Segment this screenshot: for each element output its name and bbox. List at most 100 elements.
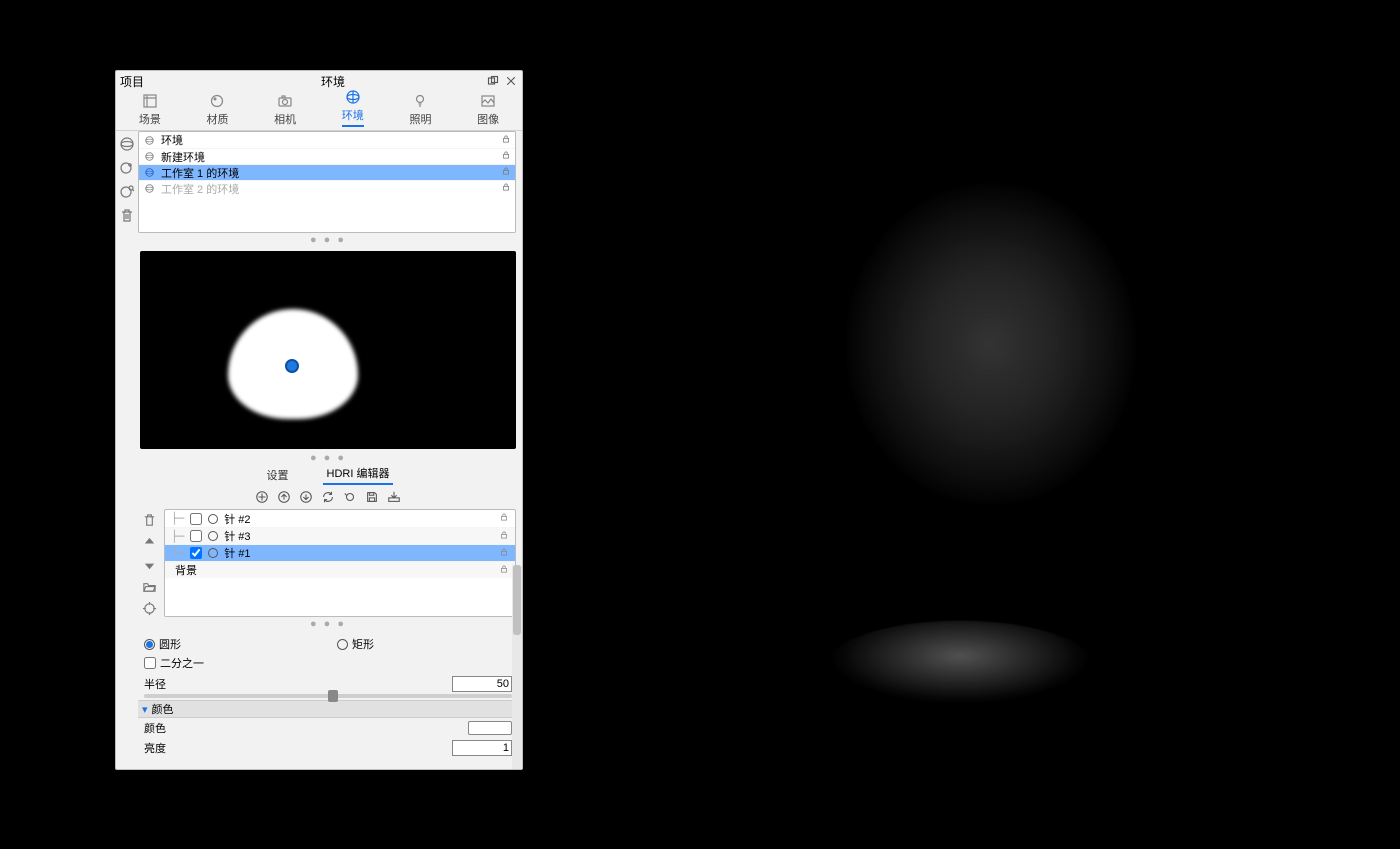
radio-on-icon <box>144 639 155 650</box>
move-up-icon[interactable] <box>276 489 292 505</box>
env-row[interactable]: 环境 <box>139 132 515 148</box>
radius-slider[interactable] <box>144 694 512 698</box>
tab-image[interactable]: 图像 <box>473 89 503 130</box>
arrow-up-icon[interactable] <box>140 533 158 551</box>
search-env-icon[interactable] <box>118 183 136 201</box>
target-icon[interactable] <box>140 599 158 617</box>
pin-row-label: 针 #1 <box>224 545 493 561</box>
shape-circle-option[interactable]: 圆形 <box>144 636 181 652</box>
tab-material[interactable]: 材质 <box>202 89 232 130</box>
lock-icon[interactable] <box>501 182 511 195</box>
environment-list: 环境 新建环境 工作室 1 的环境 工作室 2 的环境 <box>138 131 516 233</box>
radio-off-icon <box>337 639 348 650</box>
color-section-header[interactable]: ▾ 颜色 <box>138 700 518 718</box>
preview-pin[interactable] <box>285 359 299 373</box>
popout-icon[interactable] <box>486 74 500 88</box>
sub-tab-hdri[interactable]: HDRI 编辑器 <box>323 463 394 485</box>
shape-rect-option[interactable]: 矩形 <box>337 636 374 652</box>
sub-tab-settings[interactable]: 设置 <box>263 465 293 485</box>
sub-tabs: 设置 HDRI 编辑器 <box>138 465 518 485</box>
pin-left-toolbar <box>138 509 160 617</box>
hdri-mini-toolbar <box>138 485 518 509</box>
bulb-icon <box>411 92 429 110</box>
lock-icon[interactable] <box>501 150 511 163</box>
pin-visible-checkbox[interactable] <box>190 530 202 542</box>
camera-icon <box>276 92 294 110</box>
tab-environment[interactable]: 环境 <box>338 85 368 130</box>
material-icon <box>208 92 226 110</box>
lock-icon[interactable] <box>499 530 509 543</box>
pin-row-label: 针 #2 <box>224 511 493 527</box>
tab-environment-label: 环境 <box>342 107 364 127</box>
brightness-row: 亮度 <box>138 738 518 758</box>
add-pin-icon[interactable] <box>254 489 270 505</box>
pin-row[interactable]: ├─ 针 #3 <box>165 527 515 544</box>
pin-select-radio[interactable] <box>208 531 218 541</box>
folder-open-icon[interactable] <box>140 577 158 595</box>
lock-icon[interactable] <box>499 547 509 560</box>
lock-icon[interactable] <box>501 166 511 179</box>
add-env-icon[interactable] <box>118 159 136 177</box>
close-icon[interactable] <box>504 74 518 88</box>
env-row-label: 工作室 2 的环境 <box>161 181 495 197</box>
env-row[interactable]: 新建环境 <box>139 148 515 164</box>
reset-icon[interactable] <box>342 489 358 505</box>
pin-select-radio[interactable] <box>208 514 218 524</box>
chevron-down-icon: ▾ <box>142 703 148 716</box>
panel-title-center: 环境 <box>180 73 486 90</box>
pin-row-selected[interactable]: └─ 针 #1 <box>165 544 515 561</box>
splitter-dots[interactable]: ● ● ● <box>138 235 518 247</box>
image-icon <box>479 92 497 110</box>
globe-icon <box>143 167 155 178</box>
globe-icon <box>344 88 362 106</box>
globe-icon <box>143 135 155 146</box>
pin-visible-checkbox[interactable] <box>190 547 202 559</box>
environment-panel: 项目 环境 场景 材质 相机 环境 照明 图像 <box>115 70 523 770</box>
lock-icon[interactable] <box>501 134 511 147</box>
pin-row-label: 背景 <box>171 562 493 578</box>
env-left-toolbar <box>116 131 138 769</box>
splitter-dots[interactable]: ● ● ● <box>138 619 518 631</box>
env-row-disabled[interactable]: 工作室 2 的环境 <box>139 180 515 196</box>
save-icon[interactable] <box>364 489 380 505</box>
globe-icon <box>143 151 155 162</box>
pin-row[interactable]: ├─ 针 #2 <box>165 510 515 527</box>
env-row-selected[interactable]: 工作室 1 的环境 <box>139 164 515 180</box>
pin-select-radio[interactable] <box>208 548 218 558</box>
move-down-icon[interactable] <box>298 489 314 505</box>
env-row-label: 工作室 1 的环境 <box>161 165 495 181</box>
color-swatch[interactable] <box>468 721 512 735</box>
refresh-icon[interactable] <box>320 489 336 505</box>
export-icon[interactable] <box>386 489 402 505</box>
scrollbar[interactable] <box>512 565 522 769</box>
brightness-input[interactable] <box>452 740 512 756</box>
delete-env-icon[interactable] <box>118 207 136 225</box>
pin-row-label: 针 #3 <box>224 528 493 544</box>
half-checkbox[interactable]: 二分之一 <box>144 655 204 671</box>
lock-icon[interactable] <box>499 512 509 525</box>
scrollbar-thumb[interactable] <box>513 565 521 635</box>
globe-icon <box>143 183 155 194</box>
color-row: 颜色 <box>138 718 518 738</box>
globe-tool-icon[interactable] <box>118 135 136 153</box>
brightness-label: 亮度 <box>144 740 204 756</box>
tab-scene[interactable]: 场景 <box>135 89 165 130</box>
env-row-label: 新建环境 <box>161 149 495 165</box>
panel-header: 项目 环境 <box>116 71 522 91</box>
radius-input[interactable] <box>452 676 512 692</box>
shape-row: 圆形 矩形 <box>138 633 518 655</box>
hdri-preview[interactable] <box>140 251 516 449</box>
top-tabs: 场景 材质 相机 环境 照明 图像 <box>116 91 522 131</box>
arrow-down-icon[interactable] <box>140 555 158 573</box>
tab-lighting[interactable]: 照明 <box>405 89 435 130</box>
tab-camera[interactable]: 相机 <box>270 89 300 130</box>
lock-icon[interactable] <box>499 564 509 577</box>
tab-material-label: 材质 <box>206 111 228 127</box>
pin-visible-checkbox[interactable] <box>190 513 202 525</box>
tab-camera-label: 相机 <box>274 111 296 127</box>
env-row-label: 环境 <box>161 132 495 148</box>
delete-pin-icon[interactable] <box>140 511 158 529</box>
panel-title-left: 项目 <box>120 73 180 90</box>
pin-row-background[interactable]: 背景 <box>165 561 515 578</box>
tab-image-label: 图像 <box>477 111 499 127</box>
